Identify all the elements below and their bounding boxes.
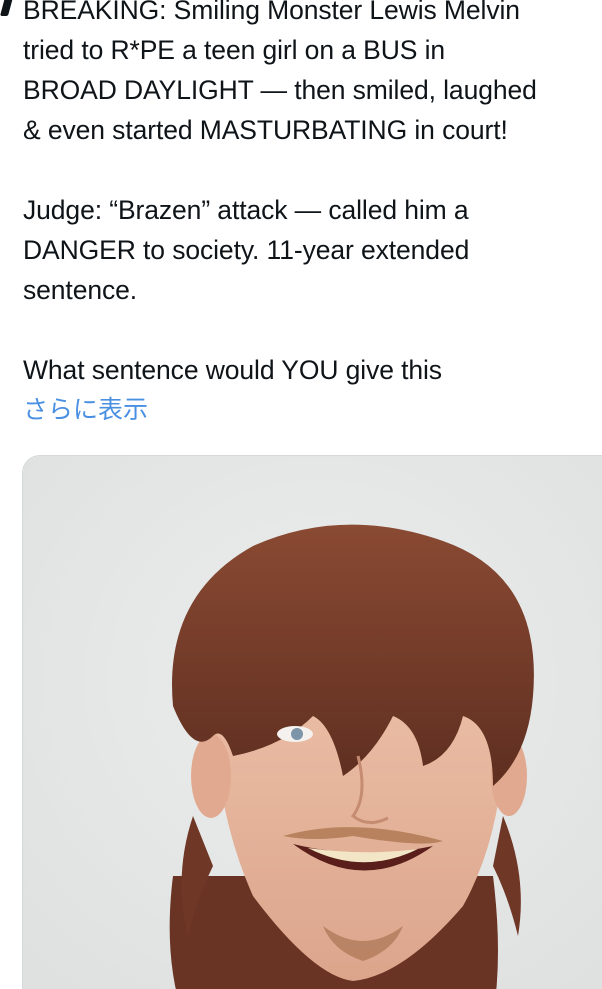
show-more-link[interactable]: さらに表示 (23, 390, 602, 430)
tweet-paragraph-2: Judge: “Brazen” attack — called him a DA… (23, 195, 470, 305)
thread-line-mark (0, 0, 14, 16)
tweet-paragraph-3: What sentence would YOU give this (23, 355, 442, 385)
tweet-paragraph-1: BREAKING: Smiling Monster Lewis Melvin t… (23, 0, 537, 145)
tweet-media-image[interactable] (22, 455, 602, 989)
mugshot-photo (23, 456, 602, 989)
tweet-text: BREAKING: Smiling Monster Lewis Melvin t… (23, 0, 602, 430)
